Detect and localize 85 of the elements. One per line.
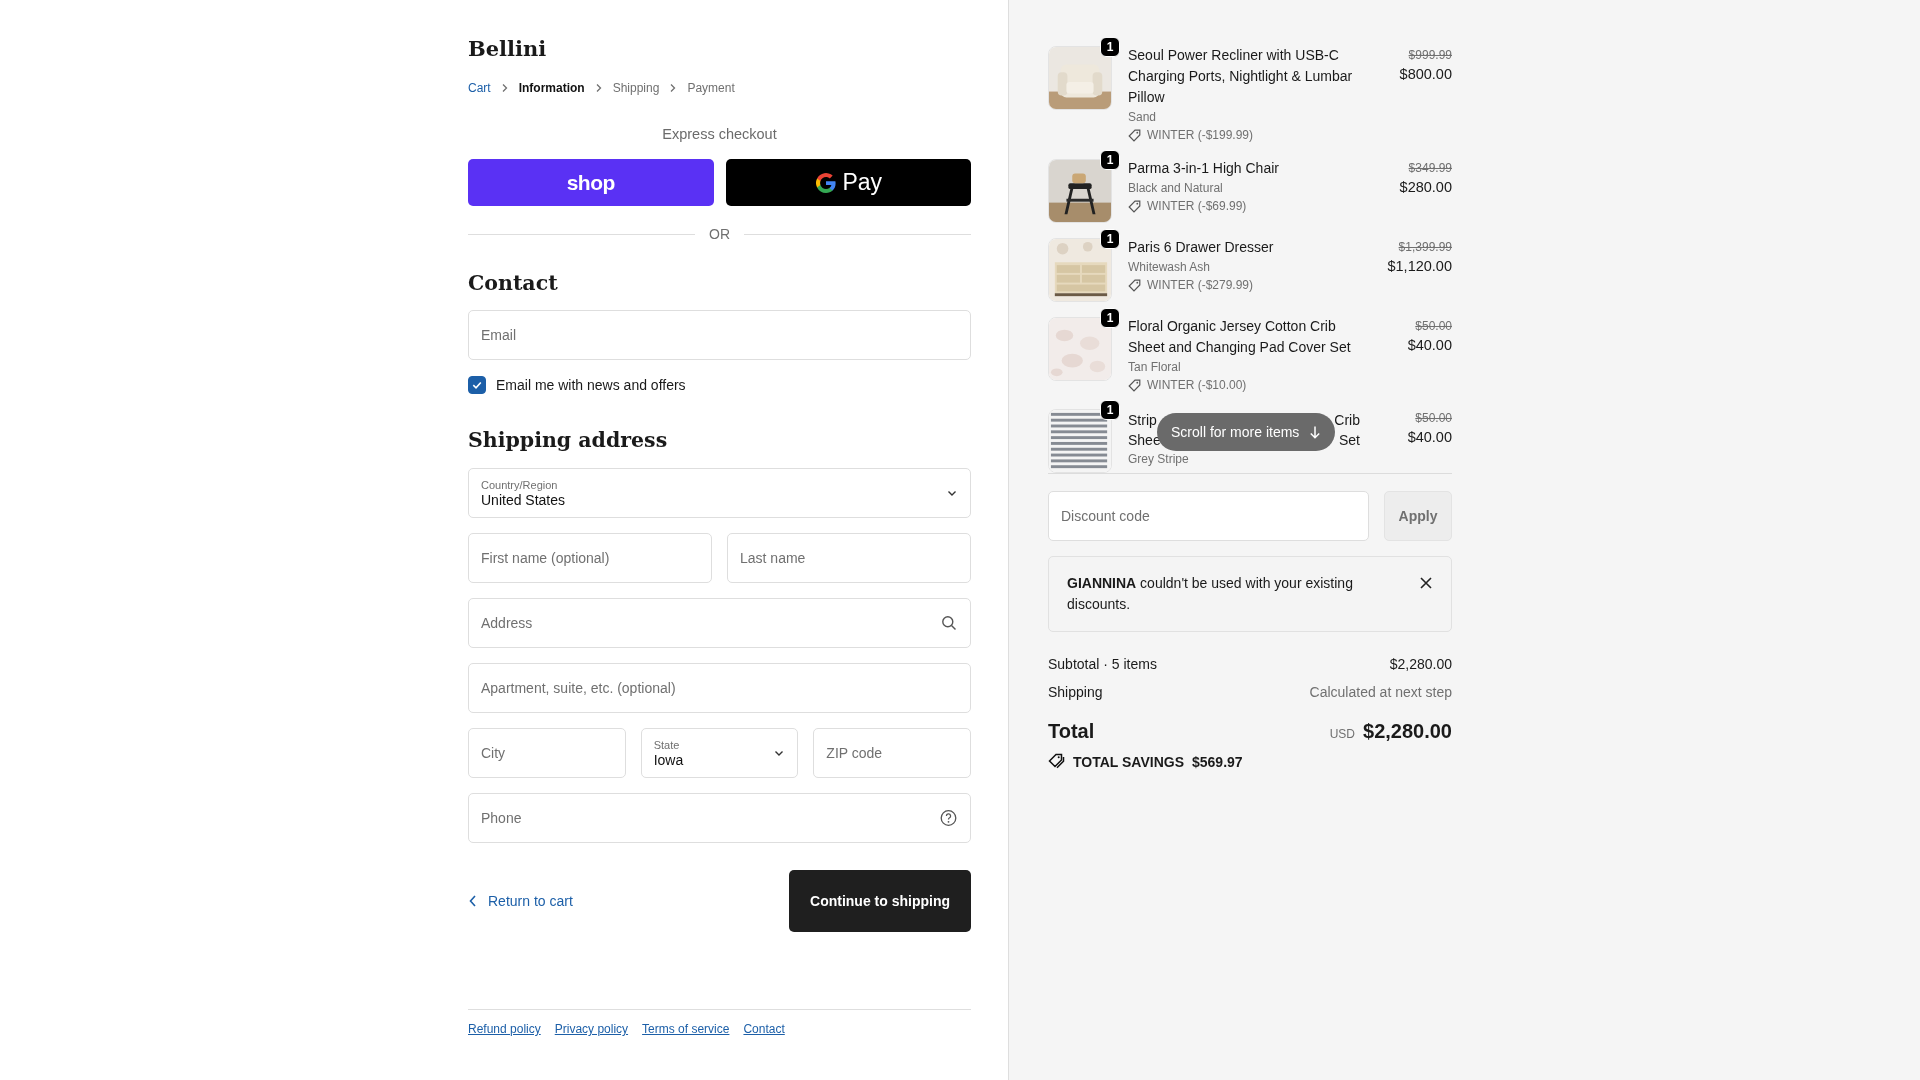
summary-value: Calculated at next step: [1309, 683, 1452, 702]
quantity-badge: 1: [1100, 150, 1120, 170]
compare-price: $999.99: [1407, 47, 1452, 64]
arrow-down-icon: [1309, 425, 1322, 439]
discount-label: WINTER (-$199.99): [1147, 127, 1254, 144]
dropdown-field[interactable]: Country/Region United States: [468, 468, 971, 518]
tag-icon: [1128, 128, 1141, 142]
address-field[interactable]: Address: [468, 598, 971, 648]
savings-amount: $569.97: [1192, 753, 1243, 770]
total-label: Total: [1048, 720, 1095, 743]
apply-button[interactable]: Apply: [1384, 491, 1452, 541]
return-to-cart-link[interactable]: Return to cart: [468, 893, 573, 909]
or-divider-label: OR: [468, 225, 971, 243]
shop-pay-button[interactable]: shop: [468, 159, 714, 206]
product-title-fragment: Crib: [1334, 411, 1360, 430]
tag-icon: [1128, 378, 1141, 392]
input-field[interactable]: Last name: [727, 533, 971, 583]
product-price: $40.00: [1407, 336, 1452, 355]
section-heading: Shipping address: [468, 427, 669, 454]
input-field[interactable]: City: [468, 728, 626, 778]
product-variant: Sand: [1128, 109, 1158, 126]
breadcrumb-step: Payment: [687, 80, 735, 96]
product-variant: Black and Natural: [1128, 180, 1224, 197]
close-icon: [1419, 576, 1433, 590]
currency-code: USD: [1329, 727, 1355, 741]
dropdown-field[interactable]: State Iowa: [640, 728, 799, 778]
quantity-badge: 1: [1100, 229, 1120, 249]
product-title: Seoul Power Recliner with USB-C Charging Ports, Nightlight & Lumbar Pillow: [1128, 46, 1354, 107]
continue-button[interactable]: Continue to shipping: [789, 870, 971, 932]
product-price: $1,120.00: [1387, 257, 1452, 276]
footer-link[interactable]: Contact: [743, 1022, 785, 1036]
google-pay-button[interactable]: Pay: [725, 159, 971, 206]
product-title-fragment: Strip: [1128, 411, 1157, 430]
chevron-left-icon: [468, 894, 478, 908]
product-title: Floral Organic Jersey Cotton Crib Sheet and Changing Pad Cover Set: [1128, 317, 1352, 357]
store-logo: Bellini: [468, 36, 548, 62]
quantity-badge: 1: [1100, 400, 1120, 420]
compare-price: $1,399.99: [1397, 239, 1452, 256]
discount-label: WINTER (-$69.99): [1147, 198, 1247, 215]
input-field[interactable]: First name (optional): [468, 533, 712, 583]
discount-code-field[interactable]: Discount code: [1048, 491, 1369, 541]
checkbox-label: Email me with news and offers: [496, 376, 686, 395]
product-variant: Grey Stripe: [1128, 451, 1190, 468]
quantity-badge: 1: [1100, 308, 1120, 328]
compare-price: $50.00: [1414, 318, 1452, 335]
product-price: $800.00: [1399, 65, 1452, 84]
total-amount: $2,280.00: [1363, 720, 1452, 743]
discount-label: WINTER (-$10.00): [1147, 377, 1247, 394]
discount-label: WINTER (-$279.99): [1147, 277, 1254, 294]
section-heading: Contact: [468, 270, 559, 297]
summary-label: Shipping: [1048, 683, 1103, 702]
tags-icon: [1048, 753, 1065, 770]
compare-price: $349.99: [1407, 160, 1452, 177]
input-field[interactable]: ZIP code: [813, 728, 971, 778]
tag-icon: [1128, 278, 1141, 292]
express-checkout-label: Express checkout: [661, 125, 778, 143]
search-icon: [941, 615, 957, 631]
product-title: Parma 3-in-1 High Chair: [1128, 159, 1280, 178]
footer-link[interactable]: Terms of service: [642, 1022, 730, 1036]
product-title-fragment: Set: [1339, 431, 1360, 450]
tag-icon: [1128, 199, 1141, 213]
product-price: $280.00: [1399, 178, 1452, 197]
savings-label: TOTAL SAVINGS: [1073, 753, 1184, 770]
phone-field[interactable]: Phone: [468, 793, 971, 843]
product-price: $40.00: [1407, 428, 1452, 447]
summary-label: Subtotal · 5 items: [1048, 655, 1157, 674]
input-field[interactable]: Apartment, suite, etc. (optional): [468, 663, 971, 713]
quantity-badge: 1: [1100, 38, 1120, 57]
g-logo-icon: [814, 170, 839, 195]
product-variant: Whitewash Ash: [1128, 259, 1212, 276]
help-icon: [940, 809, 957, 827]
summary-value: $2,280.00: [1389, 655, 1452, 674]
close-button[interactable]: [1419, 576, 1433, 590]
compare-price: $50.00: [1414, 410, 1452, 427]
check-icon: [471, 379, 483, 391]
email-field[interactable]: Email: [468, 310, 971, 360]
footer-link[interactable]: Privacy policy: [554, 1022, 629, 1036]
alert-message: GIANNINA couldn't be used with your existing discounts.: [1067, 574, 1354, 614]
footer-link[interactable]: Refund policy: [468, 1022, 541, 1036]
product-variant: Tan Floral: [1128, 359, 1182, 376]
product-title: Paris 6 Drawer Dresser: [1128, 238, 1275, 257]
breadcrumb-link[interactable]: Cart: [468, 80, 491, 96]
checkbox[interactable]: [468, 376, 486, 394]
breadcrumb-step: Shipping: [612, 80, 660, 96]
breadcrumb-step: Information: [518, 80, 585, 96]
